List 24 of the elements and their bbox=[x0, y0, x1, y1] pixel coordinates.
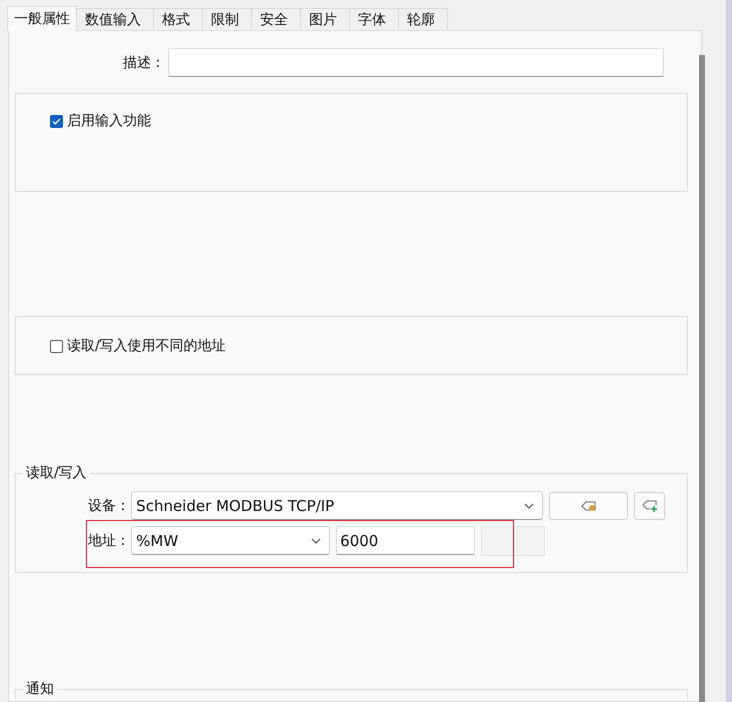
scrollbar-thumb[interactable] bbox=[699, 55, 705, 702]
checkbox[interactable] bbox=[50, 340, 63, 352]
checkbox-label: 读取/写入使用不同的地址 bbox=[67, 337, 226, 355]
device-label: 设备 : bbox=[88, 496, 126, 514]
address-field[interactable]: 6000 bbox=[336, 526, 476, 555]
add-tag-button[interactable] bbox=[634, 492, 666, 520]
checkbox-label: 启用输入功能 bbox=[67, 112, 151, 130]
caret-icon bbox=[311, 538, 322, 544]
address-label: 地址 : bbox=[88, 532, 126, 550]
tag-add-icon bbox=[640, 498, 659, 512]
tag-icon bbox=[580, 500, 598, 512]
tab[interactable]: 一般属性 bbox=[7, 6, 77, 31]
caret-icon bbox=[524, 502, 534, 508]
checkbox[interactable] bbox=[50, 114, 63, 128]
group-title: 通知 bbox=[23, 680, 57, 698]
group-title: 读取/写入 bbox=[23, 464, 90, 482]
address-extra-field bbox=[481, 526, 546, 556]
address-type-dropdown[interactable]: %MW bbox=[131, 526, 330, 555]
device-dropdown[interactable]: Schneider MODBUS TCP/IP bbox=[131, 491, 544, 520]
description-label: 描述 : bbox=[123, 54, 160, 72]
tag-button[interactable] bbox=[549, 492, 628, 520]
tab[interactable]: 轮廓 bbox=[398, 8, 448, 30]
check-icon bbox=[52, 118, 61, 124]
description-field[interactable] bbox=[168, 48, 664, 77]
